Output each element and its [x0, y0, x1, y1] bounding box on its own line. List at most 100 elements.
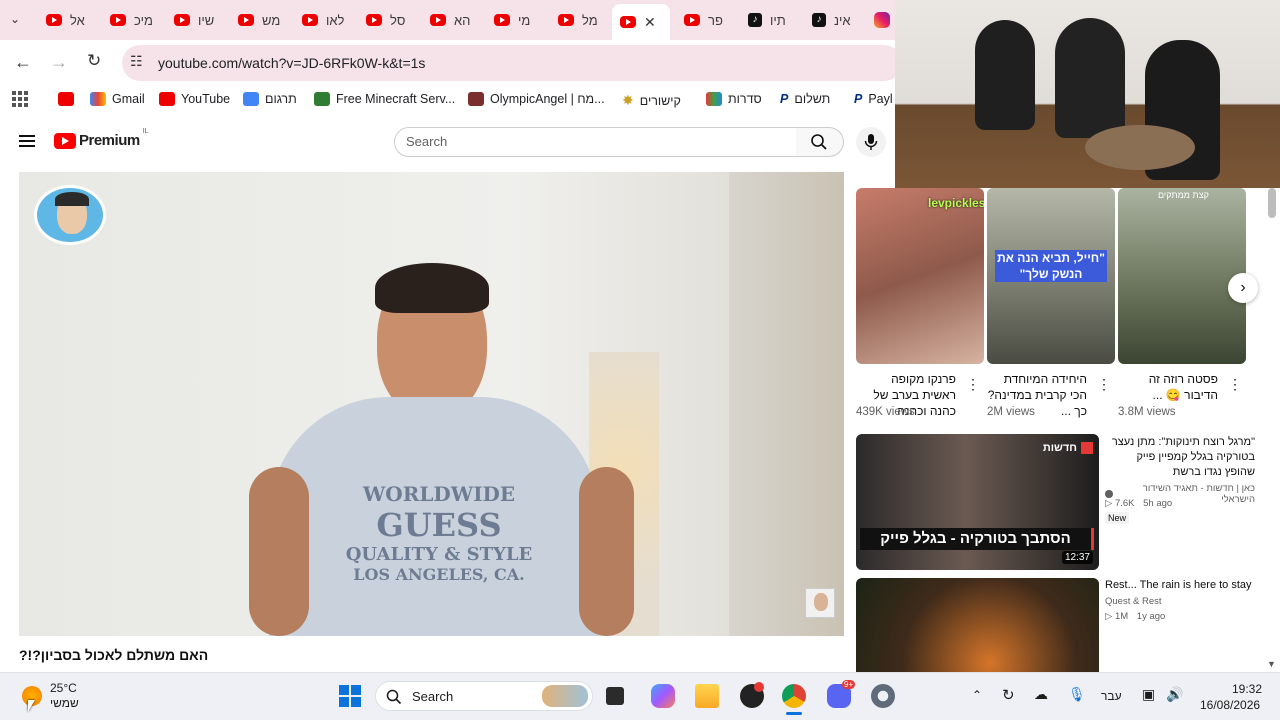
cloud-off-icon[interactable]: ☁ [1034, 686, 1048, 703]
file-explorer-icon[interactable] [695, 684, 719, 708]
scroll-down-icon[interactable]: ▼ [1267, 659, 1276, 669]
search-input[interactable] [394, 127, 797, 157]
shorts-next-button[interactable]: › [1228, 273, 1258, 303]
bookmark-translate[interactable]: תרגום [243, 92, 297, 106]
shirt-print-line: WORLDWIDE [362, 482, 516, 506]
short-title[interactable]: פסטה רוזה זה הדיבור 😋 ... [1118, 371, 1218, 403]
weather-widget[interactable]: 25°C שמשי [14, 678, 154, 714]
apps-grid-icon[interactable] [12, 91, 28, 107]
paypal-icon: P [780, 92, 789, 106]
video-title: האם משתלם לאכול בסביון?!? [19, 647, 209, 663]
video-thumbnail[interactable] [856, 578, 1099, 672]
more-options-icon[interactable]: ⋮ [1228, 376, 1242, 393]
windows-start-icon[interactable] [339, 685, 361, 707]
tab[interactable]: ♪ אינ [812, 8, 851, 32]
tab-active[interactable]: ✕ [612, 4, 670, 40]
tab[interactable]: לאו [302, 8, 344, 32]
bookmark-olympicangel[interactable]: OlympicAngel | מח... [468, 92, 605, 106]
clock-time[interactable]: 19:32 [1232, 682, 1262, 696]
tab[interactable]: מי [494, 8, 530, 32]
youtube-icon [238, 14, 254, 26]
bookmark-youtube[interactable] [58, 92, 74, 106]
short-thumbnail[interactable]: קצת ממתקים [1118, 188, 1246, 364]
tray-chevron-up-icon[interactable]: ⌃ [972, 688, 982, 702]
chrome-icon[interactable] [782, 684, 806, 708]
taskbar-search[interactable]: Search [375, 681, 593, 711]
close-tab-icon[interactable]: ✕ [644, 14, 656, 31]
active-app-indicator [786, 712, 802, 715]
weather-temp: 25°C [50, 681, 77, 695]
bookmark-gmail[interactable]: Gmail [90, 92, 145, 106]
translate-icon [243, 92, 259, 106]
tab[interactable]: שיו [174, 8, 214, 32]
video-player[interactable]: WORLDWIDE GUESS QUALITY & STYLE LOS ANGE… [19, 172, 844, 636]
taskbar-search-label: Search [412, 689, 454, 704]
shirt-print-line: QUALITY & STYLE [345, 544, 533, 565]
tab[interactable]: אל [46, 8, 85, 32]
bookmark-youtube[interactable]: YouTube [159, 92, 230, 106]
tab[interactable]: סל [366, 8, 405, 32]
channel-watermark-avatar [34, 185, 106, 245]
copilot-icon[interactable] [651, 684, 675, 708]
tab[interactable]: מל [558, 8, 598, 32]
language-indicator[interactable]: עבר [1101, 689, 1122, 703]
webcam-overlay [895, 0, 1280, 188]
tab[interactable]: מש [238, 8, 280, 32]
clock-date[interactable]: 16/08/2026 [1200, 698, 1260, 712]
youtube-icon [494, 14, 510, 26]
video-title[interactable]: "מרגל רוצח תינוקות": מתן נעצר בטורקיה בג… [1105, 435, 1255, 480]
thumb-caption: הסתבך בטורקיה - בגלל פייק [860, 528, 1094, 550]
sync-icon[interactable]: ↻ [1002, 686, 1015, 704]
search-button[interactable] [796, 127, 844, 157]
more-options-icon[interactable]: ⋮ [966, 376, 980, 393]
forward-icon[interactable]: → [50, 52, 68, 73]
bookmark-payment[interactable]: P תשלום [780, 92, 830, 106]
task-view-icon[interactable] [606, 687, 624, 705]
tab[interactable]: ♪ תיו [748, 8, 786, 32]
microphone-icon[interactable]: 🎙 [1068, 686, 1086, 703]
new-badge: New [1105, 512, 1130, 524]
video-title[interactable]: Rest... The rain is here to stay [1105, 578, 1255, 593]
tab-search-chevron-icon[interactable]: ⌄ [10, 12, 30, 28]
bookmark-series[interactable]: סדרות [706, 92, 762, 106]
tab[interactable]: מיכ [110, 8, 153, 32]
bookmark-paypal[interactable]: P Payl [854, 92, 893, 106]
short-views: 3.8M views [1118, 406, 1176, 418]
mic-button[interactable] [856, 127, 886, 157]
menu-icon[interactable] [19, 135, 35, 147]
volume-icon[interactable]: 🔊 [1166, 686, 1183, 703]
bookmark-minecraft[interactable]: Free Minecraft Serv... [314, 92, 455, 106]
back-icon[interactable]: ← [14, 52, 32, 73]
site-info-icon[interactable]: ☷ [130, 53, 143, 70]
search-icon [811, 134, 827, 150]
short-thumbnail[interactable]: "חייל, תביא הנה את הנשק שלך" [987, 188, 1115, 364]
news-logo-icon [1081, 442, 1093, 454]
bookmark-links[interactable]: ✸ קישורים [622, 92, 681, 109]
tab[interactable]: הא [430, 8, 470, 32]
view-count: 7.6K [1114, 498, 1135, 509]
instagram-icon [874, 12, 890, 28]
tab[interactable]: פר [684, 8, 723, 32]
youtube-logo[interactable]: Premium IL [54, 128, 149, 149]
channel-branding-icon[interactable] [805, 588, 835, 618]
channel-name[interactable]: Quest & Rest [1105, 596, 1162, 607]
presenter: WORLDWIDE GUESS QUALITY & STYLE LOS ANGE… [249, 263, 634, 636]
bookmark-label: OlympicAngel | מח... [490, 92, 605, 106]
settings-gear-icon[interactable] [871, 684, 895, 708]
tab[interactable] [874, 8, 890, 32]
notification-dot [754, 682, 764, 692]
video-thumbnail[interactable]: חדשות הסתבך בטורקיה - בגלל פייק 12:37 [856, 434, 1099, 570]
youtube-icon [159, 92, 175, 106]
mouse-cursor-icon [28, 700, 35, 712]
url-text[interactable]: youtube.com/watch?v=JD-6RFk0W-k&t=1s [158, 55, 425, 71]
page-scrollbar[interactable] [1268, 188, 1276, 218]
network-icon[interactable]: ▣ [1142, 686, 1155, 703]
reload-icon[interactable]: ↻ [87, 51, 101, 71]
webcam-person [1055, 18, 1125, 138]
tab-label: הא [454, 12, 471, 28]
more-options-icon[interactable]: ⋮ [1097, 376, 1111, 393]
background-door [729, 172, 844, 636]
tab-label: אינ [834, 12, 851, 28]
short-thumbnail[interactable]: levpickles [856, 188, 984, 364]
youtube-icon [174, 14, 190, 26]
